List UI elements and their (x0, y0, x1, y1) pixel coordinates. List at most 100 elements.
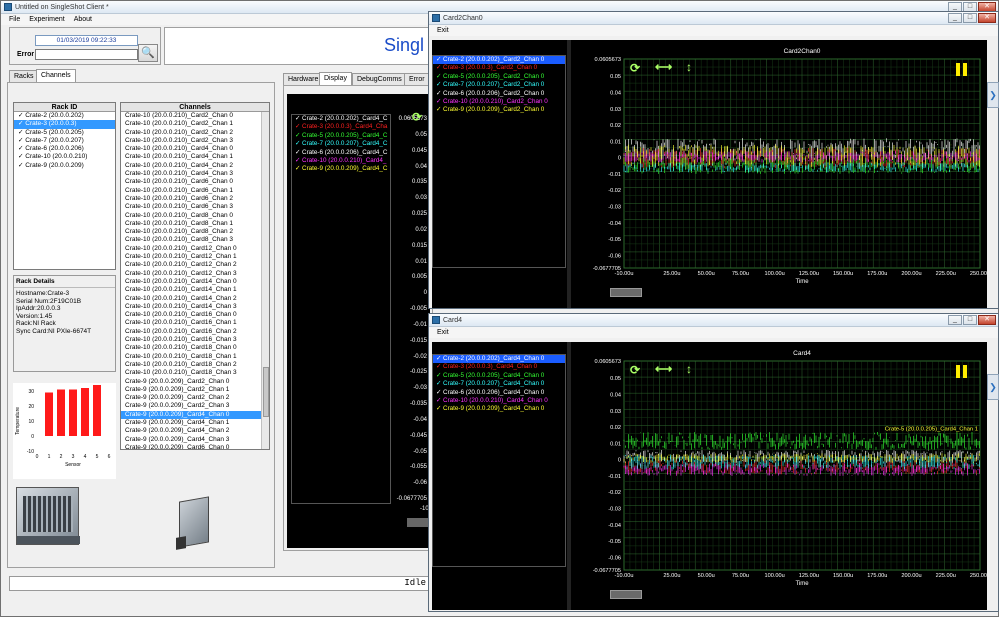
card2-legend-item[interactable]: ✓ Crate-10 (20.0.0.210)_Card2_Chan 0 (433, 98, 565, 106)
channel-list-item[interactable]: Crate-10 (20.0.0.210)_Card16_Chan 0 (121, 311, 269, 319)
rack-list-item[interactable]: ✓ Crate-10 (20.0.0.210) (14, 153, 115, 161)
card2-plot[interactable]: Card2Chan0 0.0605673 0.05 0.04 0.03 0.02 0.01 0… (572, 40, 990, 308)
card2-legend-item[interactable]: ✓ Crate-9 (20.0.0.209)_Card2_Chan 0 (433, 106, 565, 114)
channel-list-item[interactable]: Crate-10 (20.0.0.210)_Card12_Chan 3 (121, 270, 269, 278)
card2-legend-item[interactable]: ✓ Crate-3 (20.0.0.3)_Card2_Chan 0 (433, 64, 565, 72)
legend-check-icon[interactable]: ✓ (436, 56, 443, 63)
card2-legend-item[interactable]: ✓ Crate-2 (20.0.0.202)_Card2_Chan 0 (433, 56, 565, 65)
card2-pan-vertical-icon[interactable]: ↕ (686, 60, 692, 74)
channel-list-item[interactable]: Crate-10 (20.0.0.210)_Card14_Chan 0 (121, 278, 269, 286)
legend-check-icon[interactable]: ✓ (436, 98, 443, 105)
rack-check-icon[interactable]: ✓ (18, 120, 25, 127)
card4-legend-item[interactable]: ✓ Crate-6 (20.0.0.206)_Card4_Chan 0 (433, 389, 565, 397)
card4-pause-button[interactable] (954, 365, 969, 378)
card2-minimize-button[interactable]: _ (948, 13, 962, 23)
card2-splitter[interactable] (567, 40, 571, 308)
tab-racks[interactable]: Racks (9, 70, 39, 82)
display-legend-item[interactable]: ✓ Crate-2 (20.0.0.202)_Card4_C (292, 115, 390, 123)
legend-check-icon[interactable]: ✓ (436, 81, 443, 88)
channel-list-item[interactable]: Crate-10 (20.0.0.210)_Card18_Chan 2 (121, 361, 269, 369)
card4-minimize-button[interactable]: _ (948, 315, 962, 325)
channel-list-item[interactable]: Crate-9 (20.0.0.209)_Card4_Chan 2 (121, 427, 269, 435)
channel-list-item[interactable]: Crate-10 (20.0.0.210)_Card6_Chan 3 (121, 203, 269, 211)
display-legend-item[interactable]: ✓ Crate-3 (20.0.0.3)_Card4_Cha (292, 123, 390, 131)
card2-pause-button[interactable] (954, 63, 969, 76)
card4-plot[interactable]: Card4 0.0605673 0.05 0.04 0.03 0.02 0.01 0 -0.01… (572, 342, 990, 610)
card4-legend-item[interactable]: ✓ Crate-2 (20.0.0.202)_Card4_Chan 0 (433, 355, 565, 364)
card2-autoscale-icon[interactable]: ⟳ (630, 61, 640, 75)
channel-list-item[interactable]: Crate-10 (20.0.0.210)_Card18_Chan 3 (121, 369, 269, 377)
legend-check-icon[interactable]: ✓ (295, 140, 302, 147)
channel-list-item[interactable]: Crate-10 (20.0.0.210)_Card8_Chan 0 (121, 212, 269, 220)
legend-check-icon[interactable]: ✓ (295, 123, 302, 130)
channel-list-item[interactable]: Crate-9 (20.0.0.209)_Card4_Chan 1 (121, 419, 269, 427)
menu-file[interactable]: File (9, 16, 20, 23)
legend-check-icon[interactable]: ✓ (436, 405, 443, 412)
display-legend-item[interactable]: ✓ Crate-5 (20.0.0.205)_Card4_C (292, 132, 390, 140)
card2-legend-item[interactable]: ✓ Crate-7 (20.0.0.207)_Card2_Chan 0 (433, 81, 565, 89)
card2-close-button[interactable]: ✕ (978, 13, 996, 23)
channel-list-item[interactable]: Crate-10 (20.0.0.210)_Card16_Chan 1 (121, 319, 269, 327)
card4-legend-item[interactable]: ✓ Crate-7 (20.0.0.207)_Card4_Chan 0 (433, 380, 565, 388)
channel-list-item[interactable]: Crate-10 (20.0.0.210)_Card2_Chan 1 (121, 120, 269, 128)
legend-check-icon[interactable]: ✓ (436, 73, 443, 80)
channel-list-scrollbar[interactable] (261, 112, 269, 449)
display-legend-item[interactable]: ✓ Crate-6 (20.0.0.206)_Card4_C (292, 149, 390, 157)
menu-about[interactable]: About (74, 16, 92, 23)
rack-list-item[interactable]: ✓ Crate-6 (20.0.0.206) (14, 145, 115, 153)
rack-list-item[interactable]: ✓ Crate-2 (20.0.0.202) (14, 112, 115, 120)
channel-list-item[interactable]: Crate-10 (20.0.0.210)_Card4_Chan 0 (121, 145, 269, 153)
display-legend-item[interactable]: ✓ Crate-9 (20.0.0.209)_Card4_C (292, 165, 390, 173)
rack-check-icon[interactable]: ✓ (18, 137, 25, 144)
channel-list-item[interactable]: Crate-10 (20.0.0.210)_Card2_Chan 2 (121, 129, 269, 137)
card4-legend-item[interactable]: ✓ Crate-9 (20.0.0.209)_Card4_Chan 0 (433, 405, 565, 413)
channel-list-item[interactable]: Crate-10 (20.0.0.210)_Card16_Chan 3 (121, 336, 269, 344)
legend-check-icon[interactable]: ✓ (436, 106, 443, 113)
card4-autoscale-icon[interactable]: ⟳ (630, 363, 640, 377)
card4-side-toggle-icon[interactable]: ❯ (987, 374, 999, 400)
card4-legend-item[interactable]: ✓ Crate-3 (20.0.0.3)_Card4_Chan 0 (433, 363, 565, 371)
display-legend-item[interactable]: ✓ Crate-10 (20.0.0.210)_Card4_ (292, 157, 390, 165)
legend-check-icon[interactable]: ✓ (436, 389, 443, 396)
card4-pan-vertical-icon[interactable]: ↕ (686, 362, 692, 376)
channel-list-item[interactable]: Crate-10 (20.0.0.210)_Card4_Chan 2 (121, 162, 269, 170)
legend-check-icon[interactable]: ✓ (295, 149, 302, 156)
channel-list-item[interactable]: Crate-9 (20.0.0.209)_Card2_Chan 2 (121, 394, 269, 402)
card4-legend-item[interactable]: ✓ Crate-5 (20.0.0.205)_Card4_Chan 0 (433, 372, 565, 380)
rack-check-icon[interactable]: ✓ (18, 162, 25, 169)
card4-menu-exit[interactable]: Exit (437, 329, 449, 336)
channel-list-item[interactable]: Crate-10 (20.0.0.210)_Card18_Chan 0 (121, 344, 269, 352)
channel-list-item[interactable]: Crate-9 (20.0.0.209)_Card2_Chan 1 (121, 386, 269, 394)
legend-check-icon[interactable]: ✓ (436, 355, 443, 362)
card2-side-toggle-icon[interactable]: ❯ (987, 82, 999, 108)
channel-list-item[interactable]: Crate-10 (20.0.0.210)_Card6_Chan 1 (121, 187, 269, 195)
rack-check-icon[interactable]: ✓ (18, 153, 25, 160)
rack-list-item[interactable]: ✓ Crate-3 (20.0.0.3) (14, 120, 115, 129)
search-icon[interactable]: 🔍 (138, 44, 158, 62)
channel-list-item[interactable]: Crate-10 (20.0.0.210)_Card14_Chan 1 (121, 286, 269, 294)
card2-legend-item[interactable]: ✓ Crate-5 (20.0.0.205)_Card2_Chan 0 (433, 73, 565, 81)
card2-menu-exit[interactable]: Exit (437, 27, 449, 34)
channel-list-item[interactable]: Crate-10 (20.0.0.210)_Card2_Chan 3 (121, 137, 269, 145)
channel-list-item[interactable]: Crate-9 (20.0.0.209)_Card2_Chan 0 (121, 378, 269, 386)
rack-check-icon[interactable]: ✓ (18, 112, 25, 119)
legend-check-icon[interactable]: ✓ (295, 165, 302, 172)
channel-list-item[interactable]: Crate-9 (20.0.0.209)_Card6_Chan 0 (121, 444, 269, 449)
legend-check-icon[interactable]: ✓ (436, 90, 443, 97)
channel-list-item[interactable]: Crate-9 (20.0.0.209)_Card4_Chan 0 (121, 410, 269, 419)
card2-graph-toolbar[interactable] (610, 288, 642, 297)
card2-pan-horizontal-icon[interactable]: ⟷ (655, 60, 672, 74)
tab-display[interactable]: Display (319, 72, 352, 86)
channel-list-item[interactable]: Crate-10 (20.0.0.210)_Card16_Chan 2 (121, 328, 269, 336)
legend-check-icon[interactable]: ✓ (436, 380, 443, 387)
card4-splitter[interactable] (567, 342, 571, 610)
rack-list-item[interactable]: ✓ Crate-5 (20.0.0.205) (14, 129, 115, 137)
card4-pan-horizontal-icon[interactable]: ⟷ (655, 362, 672, 376)
rack-list-item[interactable]: ✓ Crate-9 (20.0.0.209) (14, 162, 115, 170)
legend-check-icon[interactable]: ✓ (436, 372, 443, 379)
channel-list-item[interactable]: Crate-10 (20.0.0.210)_Card2_Chan 0 (121, 112, 269, 120)
legend-check-icon[interactable]: ✓ (295, 157, 302, 164)
card2-legend-item[interactable]: ✓ Crate-6 (20.0.0.206)_Card2_Chan 0 (433, 90, 565, 98)
channel-list-item[interactable]: Crate-10 (20.0.0.210)_Card4_Chan 1 (121, 153, 269, 161)
tab-error[interactable]: Error (404, 73, 430, 85)
